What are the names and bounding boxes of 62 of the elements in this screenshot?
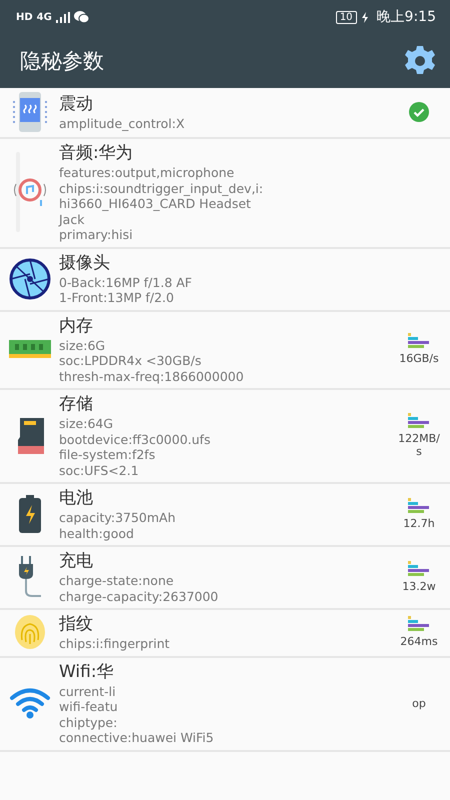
row-detail: 0-Back:16MP f/1.8 AF — [59, 274, 193, 290]
bar-chart-icon — [408, 333, 430, 350]
battery-level: 10 — [336, 10, 357, 24]
row-title: 电池 — [59, 487, 94, 510]
row-detail: charge-capacity:2637000 — [59, 588, 220, 604]
row-detail: size:64G — [59, 416, 114, 432]
bar-chart-icon — [408, 561, 430, 578]
row-detail: primary:hisi — [59, 227, 134, 242]
bar-chart-icon — [408, 616, 430, 634]
clock: 晚上9:15 — [376, 8, 436, 26]
row-detail: capacity:3750mAh — [59, 510, 177, 526]
fingerprint-icon — [14, 614, 46, 650]
row-detail: Jack — [59, 212, 86, 227]
sd-card-icon — [16, 418, 44, 454]
row-detail: amplitude_control:X — [59, 116, 186, 132]
page-title: 隐秘参数 — [20, 48, 104, 75]
power-plug-icon — [16, 556, 42, 598]
row-detail: chips:i:fingerprint — [59, 636, 171, 652]
row-detail: soc:UFS<2.1 — [59, 462, 140, 478]
row-title: 充电 — [59, 550, 94, 573]
reading: 264ms — [399, 635, 439, 648]
status-indicator: 4G — [36, 12, 52, 22]
row-detail: thresh-max-freq:1866000000 — [59, 368, 245, 384]
row-detail: health:good — [59, 526, 135, 541]
row-detail: features:output,microphone — [59, 165, 236, 180]
row-title: Wifi:华 — [59, 660, 115, 684]
memory-module-icon — [8, 338, 50, 360]
row-detail: soc:LPDDR4x <30GB/s — [59, 353, 202, 368]
row-detail: file-system:f2fs — [59, 447, 156, 462]
row-detail: bootdevice:ff3c0000.ufs — [59, 432, 212, 447]
reading: 13.2w — [401, 580, 437, 593]
bar-chart-icon — [408, 498, 430, 515]
chat-bubbles-icon — [74, 11, 89, 23]
row-title: 摄像头 — [59, 252, 111, 274]
charging-icon — [360, 12, 369, 22]
row-title: 音频:华为 — [59, 142, 134, 165]
row-title: 指纹 — [59, 613, 94, 636]
status-indicator: HD — [16, 12, 33, 22]
row-title: 震动 — [59, 92, 94, 116]
check-icon — [409, 102, 429, 122]
reading: 16GB/s — [398, 352, 440, 366]
wifi-icon — [8, 687, 50, 719]
battery-icon — [18, 495, 40, 533]
row-detail: chiptype: — [59, 714, 118, 730]
row-detail: connective:huawei WiFi5 — [59, 730, 215, 746]
camera-shutter-icon — [8, 258, 50, 300]
row-title: 存储 — [59, 393, 94, 416]
row-detail: charge-state:none — [59, 573, 175, 588]
phone-icon — [12, 91, 48, 133]
row-detail: current-li — [59, 684, 117, 699]
row-detail: hi3660_HI6403_CARD Headset — [59, 196, 252, 212]
settings-icon[interactable] — [404, 45, 436, 77]
row-detail: chips:i:soundtrigger_input_dev,i: — [59, 180, 264, 196]
bar-chart-icon — [408, 413, 430, 430]
row-detail: wifi-featu — [59, 699, 119, 714]
signal-icon — [56, 12, 70, 22]
reading: 122MB/s — [397, 432, 441, 458]
row-detail: 1-Front:13MP f/2.0 — [59, 290, 175, 306]
row-detail: size:6G — [59, 338, 106, 353]
row-title: 内存 — [59, 314, 94, 338]
reading: op — [411, 696, 427, 710]
reading: 12.7h — [402, 517, 436, 530]
